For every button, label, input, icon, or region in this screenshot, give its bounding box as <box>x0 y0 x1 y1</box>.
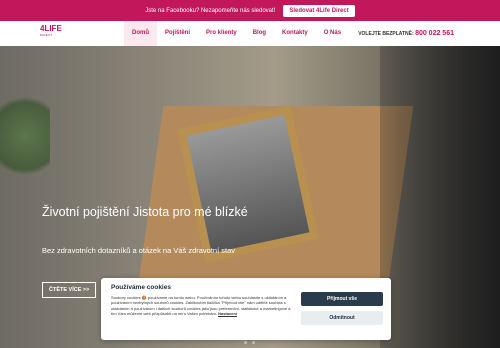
facebook-promo-bar: Jste na Facebooku? Nezapomeňte nás sledo… <box>0 0 500 21</box>
carousel-dot-2[interactable] <box>244 341 247 344</box>
portrait-image <box>186 114 310 254</box>
logo-text: 4LIFE <box>40 24 62 33</box>
carousel-dot-3[interactable] <box>252 341 255 344</box>
cookie-text: Soubory cookies 🍪 používáme na tomto web… <box>111 295 291 317</box>
cookie-body: Soubory cookies 🍪 používáme na tomto web… <box>111 295 291 317</box>
logo-subtext: DIRECT <box>40 33 53 37</box>
menu: Domů Pojištění Pro klienty Blog Kontakty… <box>124 21 349 46</box>
accept-all-button[interactable]: Přijmout vše <box>301 292 383 306</box>
nav-item-insurance[interactable]: Pojištění <box>157 21 198 46</box>
cookie-banner: Používáme cookies Soubory cookies 🍪 použ… <box>101 278 391 340</box>
cookie-settings-link[interactable]: Nastavení <box>218 311 237 316</box>
read-more-button[interactable]: ČTĚTE VÍCE >> <box>42 282 97 298</box>
hero-subtitle: Bez zdravotních dotazníků a otázek na Vá… <box>42 246 236 255</box>
facebook-promo-text: Jste na Facebooku? Nezapomeňte nás sledo… <box>145 7 276 14</box>
cookie-title: Používáme cookies <box>111 284 171 291</box>
person-image <box>380 46 500 348</box>
nav-item-blog[interactable]: Blog <box>245 21 274 46</box>
carousel-dot-1[interactable] <box>236 341 239 344</box>
follow-button[interactable]: Sledovat 4Life Direct <box>283 4 355 17</box>
main-nav: 4LIFE DIRECT Domů Pojištění Pro klienty … <box>0 21 500 47</box>
phone-contact[interactable]: VOLEJTE BEZPLATNĚ: 800 022 561 <box>358 21 454 47</box>
logo[interactable]: 4LIFE DIRECT <box>40 25 64 42</box>
nav-item-home[interactable]: Domů <box>124 21 157 46</box>
phone-number[interactable]: 800 022 561 <box>415 30 454 37</box>
hero-title: Životní pojištění Jistota pro mé blízké <box>42 205 248 219</box>
phone-label: VOLEJTE BEZPLATNĚ: <box>358 31 414 37</box>
decline-button[interactable]: Odmítnout <box>301 311 383 325</box>
nav-item-about[interactable]: O Nás <box>316 21 349 46</box>
plant-image <box>0 86 50 186</box>
nav-item-clients[interactable]: Pro klienty <box>198 21 245 46</box>
nav-item-contacts[interactable]: Kontakty <box>274 21 316 46</box>
carousel-dots <box>236 341 255 344</box>
